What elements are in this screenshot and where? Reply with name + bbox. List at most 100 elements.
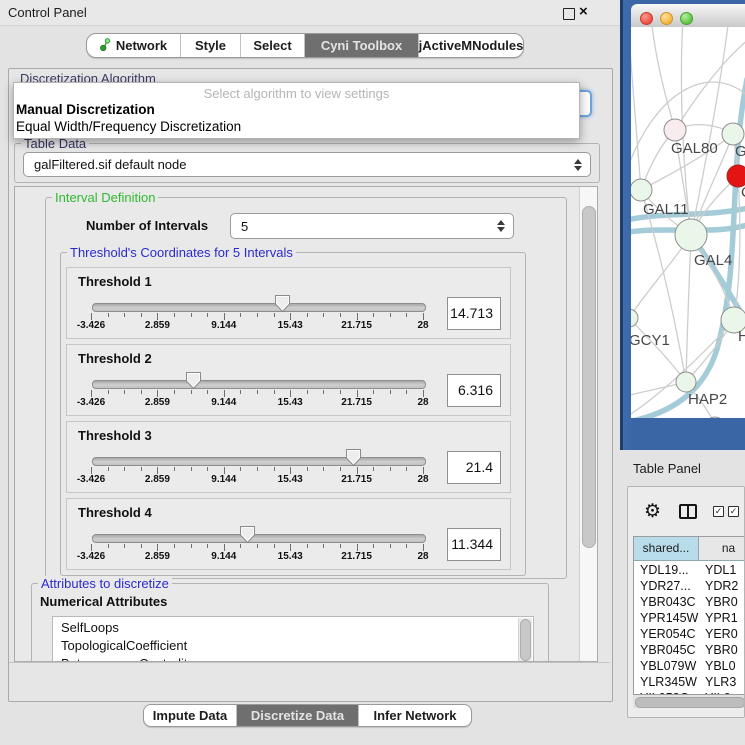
settings-scrollbar[interactable] [579, 187, 597, 661]
network-node-green[interactable] [676, 372, 696, 392]
settings-scrollbar-thumb[interactable] [582, 206, 596, 548]
slider-tick [108, 544, 109, 548]
network-node-green[interactable] [705, 417, 725, 418]
top-tab-bar: Network Style Select Cyni Toolbox jActiveMNo… [86, 33, 524, 58]
checkbox-icon[interactable]: ✓ [713, 506, 724, 517]
column-header-shared[interactable]: shared... [634, 537, 699, 561]
close-icon[interactable]: × [579, 3, 588, 20]
screenshot-root: Control Panel × NetworkStyleSelectCyni T… [0, 0, 745, 745]
threshold-slider-track[interactable] [92, 457, 426, 466]
bottom-tab-bar: Impute DataDiscretize DataInfer Network [143, 704, 472, 727]
attributes-list-scrollbar-thumb[interactable] [520, 619, 531, 661]
slider-tick [373, 544, 374, 548]
slider-tick [323, 390, 324, 394]
attributes-list-scrollbar[interactable] [518, 618, 532, 662]
table-cell[interactable]: YPR145W [640, 610, 699, 626]
slider-tick [174, 544, 175, 548]
network-node-green[interactable] [631, 309, 638, 327]
slider-tick-label: 9.144 [202, 551, 246, 562]
interval-definition-group: Interval Definition Number of Intervals … [45, 197, 567, 579]
network-node-green[interactable] [722, 123, 744, 145]
network-node-green[interactable] [675, 219, 707, 251]
node-table[interactable]: shared...naYDL19... YDL1 YDR27... YDR2 YBR04… [633, 536, 745, 695]
table-cell[interactable]: YBR045C [640, 642, 699, 658]
algorithm-option-manual-discretization[interactable]: Manual Discretization [16, 102, 155, 117]
gear-icon[interactable]: ⚙ [644, 500, 661, 523]
table-data-combobox[interactable]: galFiltered.sif default node [23, 152, 591, 177]
list-item[interactable]: BetweennessCentrality [61, 655, 194, 662]
network-node-pink[interactable] [664, 119, 686, 141]
slider-tick [240, 544, 241, 548]
table-hscrollbar-thumb[interactable] [635, 697, 745, 708]
threshold-value-field[interactable]: 11.344 [447, 528, 501, 561]
threshold-slider-handle[interactable] [239, 525, 256, 544]
tab-select[interactable]: Select [241, 34, 305, 57]
slider-tick-label: 28 [401, 474, 445, 485]
slider-tick-label: 15.43 [268, 551, 312, 562]
table-cell[interactable]: YBR0 [705, 642, 745, 658]
close-traffic-light-icon[interactable] [640, 12, 653, 25]
threshold-slider-track[interactable] [92, 380, 426, 389]
threshold-slider-handle[interactable] [345, 448, 362, 467]
table-cell[interactable]: YDR2 [705, 578, 745, 594]
slider-tick-label: 21.715 [335, 397, 379, 408]
network-edge [651, 27, 675, 130]
slider-tick [290, 390, 291, 397]
threshold-value-field[interactable]: 14.713 [447, 297, 501, 330]
tab-jactivemnodules[interactable]: jActiveMNodules [419, 34, 523, 57]
slider-tick [124, 390, 125, 394]
attributes-list[interactable]: SelfLoopsTopologicalCoefficientBetweenne… [52, 616, 534, 662]
slider-tick-label: 15.43 [268, 474, 312, 485]
slider-tick [91, 390, 92, 397]
table-cell[interactable]: YDR27... [640, 578, 699, 594]
slider-tick-label: -3.426 [69, 397, 113, 408]
tab-impute-data[interactable]: Impute Data [144, 705, 237, 726]
threshold-slider-handle[interactable] [274, 294, 291, 313]
table-cell[interactable]: YBR043C [640, 594, 699, 610]
tab-network[interactable]: Network [87, 34, 181, 57]
tab-discretize-data[interactable]: Discretize Data [237, 705, 359, 726]
threshold-label: Threshold 2 [78, 351, 152, 366]
tab-cyni-toolbox[interactable]: Cyni Toolbox [305, 34, 419, 57]
slider-tick [390, 313, 391, 317]
threshold-value-field[interactable]: 6.316 [447, 374, 501, 407]
network-icon [100, 38, 112, 54]
slider-tick [307, 467, 308, 471]
table-cell[interactable]: YLR3 [705, 674, 745, 690]
threshold-slider-track[interactable] [92, 534, 426, 543]
table-cell[interactable]: YER0 [705, 626, 745, 642]
num-intervals-combobox[interactable]: 5 [230, 213, 514, 239]
tab-label: Cyni Toolbox [321, 38, 402, 53]
checkbox-icon[interactable]: ✓ [728, 506, 739, 517]
table-cell[interactable]: YDL1 [705, 562, 745, 578]
float-window-icon[interactable] [563, 8, 575, 20]
list-item[interactable]: SelfLoops [61, 619, 119, 637]
tab-style[interactable]: Style [181, 34, 241, 57]
column-layout-icon[interactable] [679, 504, 697, 519]
list-item[interactable]: TopologicalCoefficient [61, 637, 187, 655]
table-cell[interactable]: YDL19... [640, 562, 699, 578]
slider-tick [108, 390, 109, 394]
table-cell[interactable]: YER054C [640, 626, 699, 642]
network-window-titlebar[interactable] [631, 4, 745, 28]
threshold-slider-track[interactable] [92, 303, 426, 312]
table-hscrollbar[interactable] [633, 695, 745, 708]
tab-infer-network[interactable]: Infer Network [359, 705, 471, 726]
network-node-green[interactable] [631, 179, 652, 201]
table-cell[interactable]: YBL079W [640, 658, 699, 674]
slider-tick [157, 390, 158, 397]
zoom-traffic-light-icon[interactable] [680, 12, 693, 25]
table-cell[interactable]: YBL0 [705, 658, 745, 674]
threshold-value-field[interactable]: 21.4 [447, 451, 501, 484]
network-canvas[interactable]: GAL80GACGAL11GAL4GCY1HHAP2 [631, 27, 745, 418]
table-cell[interactable]: YPR1 [705, 610, 745, 626]
algorithm-option-equal-width-frequency-discretization[interactable]: Equal Width/Frequency Discretization [16, 119, 241, 134]
column-header-na[interactable]: na [699, 537, 745, 561]
attributes-group: Attributes to discretize Numerical Attri… [31, 583, 549, 662]
tab-label: Style [195, 38, 226, 53]
table-cell[interactable]: YLR345W [640, 674, 699, 690]
threshold-slider-handle[interactable] [185, 371, 202, 390]
table-cell[interactable]: YBR0 [705, 594, 745, 610]
minimize-traffic-light-icon[interactable] [660, 12, 673, 25]
slider-tick [390, 544, 391, 548]
